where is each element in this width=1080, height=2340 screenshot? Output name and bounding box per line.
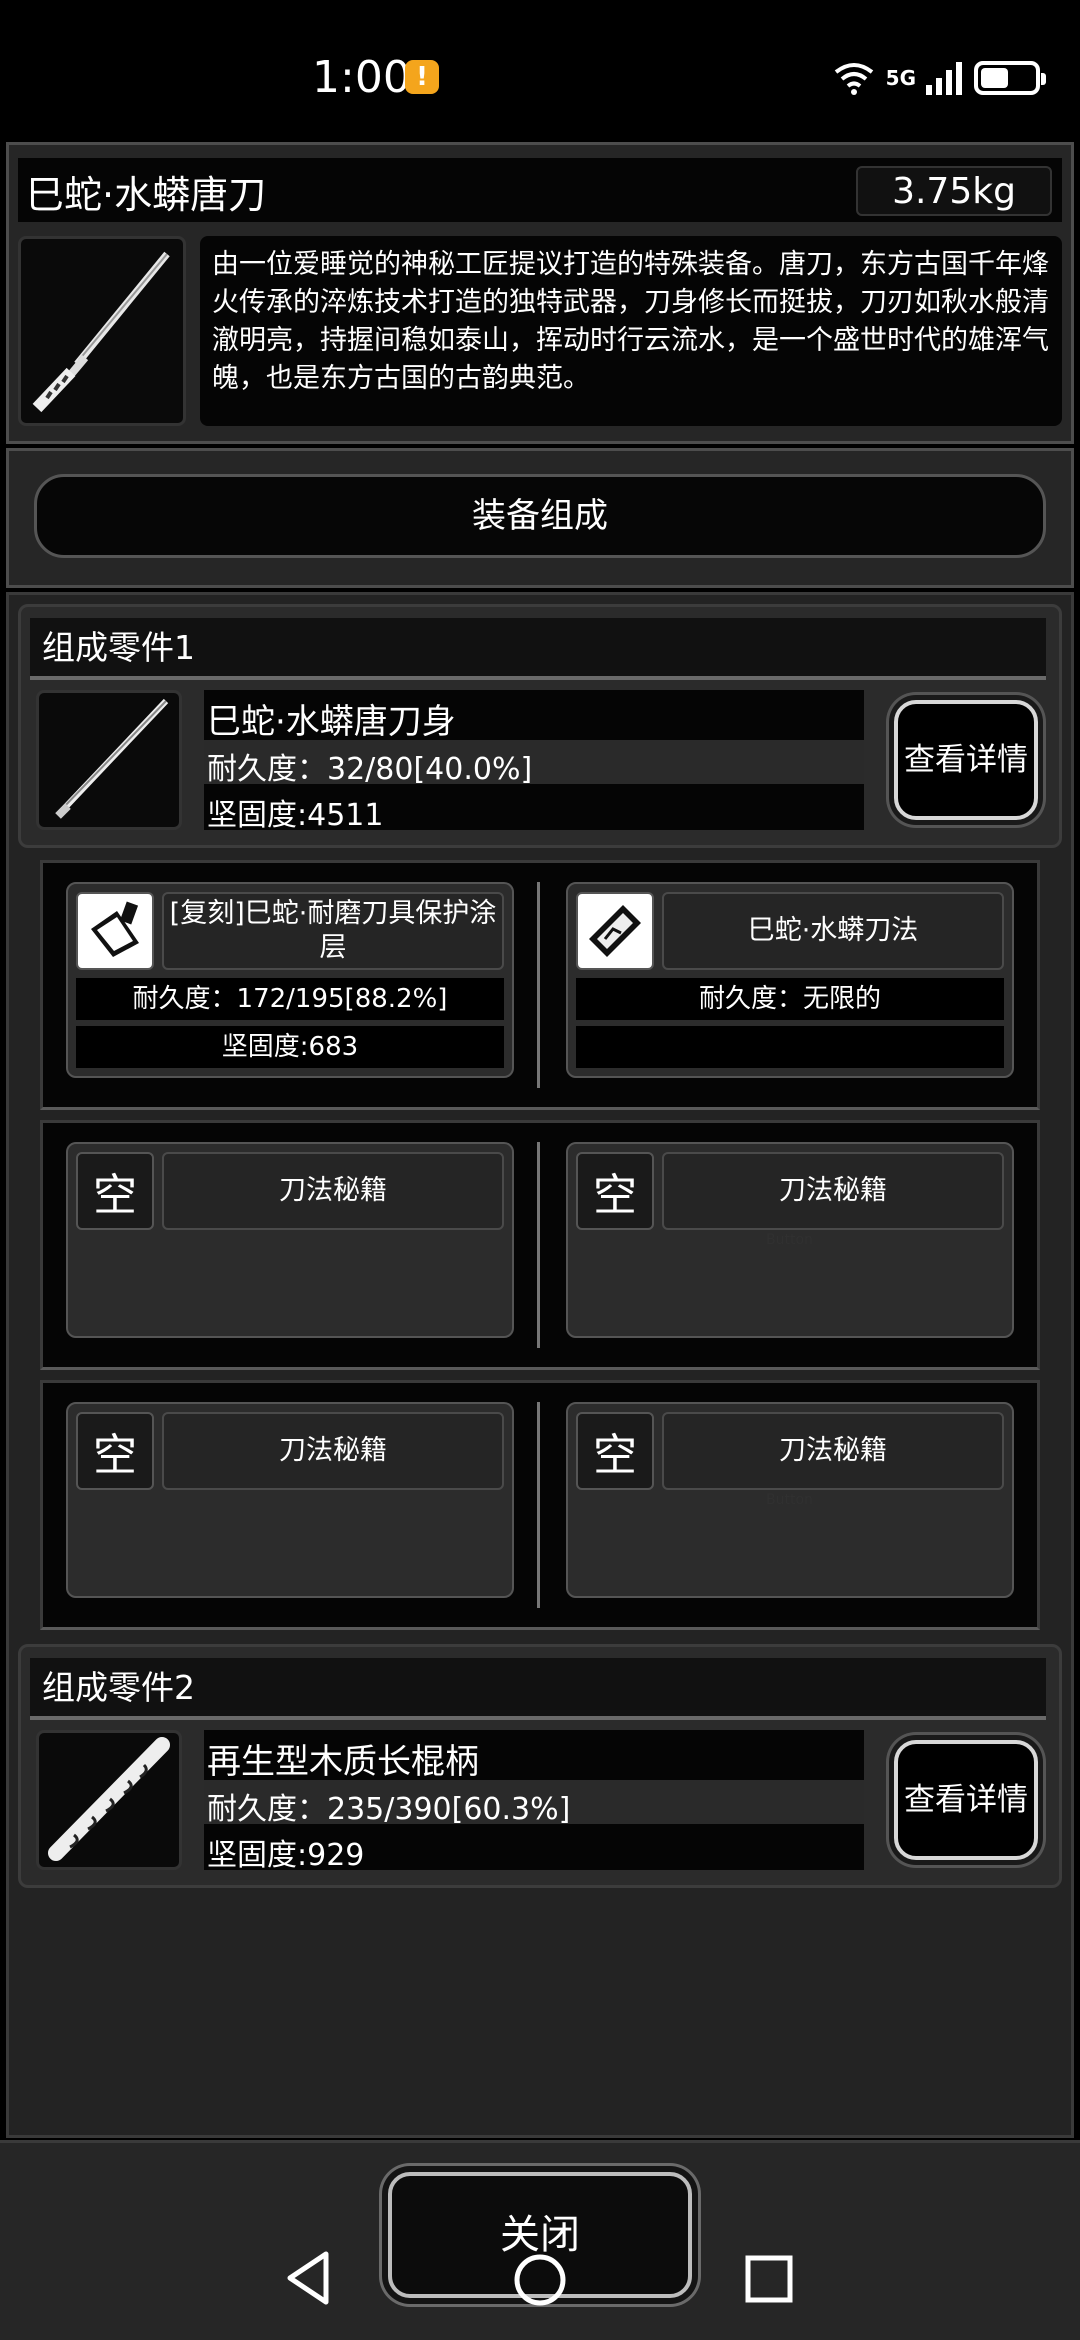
- battery-icon: [974, 61, 1046, 95]
- slot-2-hardness: [576, 1026, 1004, 1068]
- slot-divider: [537, 1142, 540, 1348]
- part-2-hardness: 坚固度:929: [207, 1838, 365, 1873]
- network-type-label: 5G: [885, 66, 916, 90]
- part-2-durability: 耐久度：235/390[60.3%]: [207, 1792, 571, 1827]
- item-image: [18, 236, 186, 426]
- slot-3-name: 刀法秘籍: [162, 1152, 504, 1230]
- slot-6-name: 刀法秘籍: [662, 1412, 1004, 1490]
- part-2-image: [36, 1730, 182, 1870]
- back-nav-icon[interactable]: [284, 2250, 334, 2306]
- scroll-icon: [589, 905, 641, 957]
- slot-1-hardness: 坚固度:683: [76, 1026, 504, 1068]
- part-1-detail-button[interactable]: 查看详情: [894, 700, 1038, 820]
- slot-divider: [537, 882, 540, 1088]
- item-name: 巳蛇·水蟒唐刀: [26, 173, 267, 217]
- item-weight: 3.75kg: [856, 166, 1052, 216]
- slot-1-image: [76, 892, 154, 970]
- slot-5-empty-label: 空: [76, 1412, 154, 1490]
- status-icons: 5G: [832, 56, 1046, 100]
- slot-divider: [537, 1402, 540, 1608]
- slot-4-ghost-label: Button: [766, 1232, 813, 1248]
- staff-handle-icon: [48, 1737, 170, 1861]
- recents-nav-icon[interactable]: [744, 2254, 794, 2304]
- katana-icon: [32, 251, 170, 413]
- slot-1-durability: 耐久度：172/195[88.2%]: [76, 978, 504, 1020]
- home-nav-icon[interactable]: [512, 2252, 568, 2308]
- slot-5-name: 刀法秘籍: [162, 1412, 504, 1490]
- part-2-header: 组成零件2: [30, 1658, 1046, 1720]
- blade-icon: [55, 698, 169, 819]
- wifi-icon: [834, 63, 873, 95]
- slot-3-empty-label: 空: [76, 1152, 154, 1230]
- part-1-hardness: 坚固度:4511: [207, 798, 384, 833]
- part-1-durability: 耐久度：32/80[40.0%]: [207, 752, 533, 787]
- slot-2-name: 巳蛇·水蟒刀法: [662, 892, 1004, 970]
- whetstone-icon: [91, 901, 139, 957]
- notification-alert-icon: !: [405, 60, 439, 94]
- slot-2-durability: 耐久度：无限的: [576, 978, 1004, 1020]
- part-2-name: 再生型木质长棍柄: [207, 1742, 479, 1782]
- part-1-name: 巳蛇·水蟒唐刀身: [207, 702, 456, 742]
- status-time: 1:00: [312, 52, 411, 103]
- slot-4-name: 刀法秘籍: [662, 1152, 1004, 1230]
- part-2-detail-button[interactable]: 查看详情: [894, 1740, 1038, 1860]
- composition-button[interactable]: 装备组成: [34, 474, 1046, 558]
- part-1-header: 组成零件1: [30, 618, 1046, 680]
- signal-icon: [926, 62, 962, 95]
- slot-6-empty-label: 空: [576, 1412, 654, 1490]
- slot-6-ghost-label: Button: [766, 1492, 813, 1508]
- slot-2-image: [576, 892, 654, 970]
- slot-1-name: [复刻]巳蛇·耐磨刀具保护涂层: [162, 892, 504, 970]
- item-description: 由一位爱睡觉的神秘工匠提议打造的特殊装备。唐刀，东方古国千年烽火传承的淬炼技术打…: [200, 236, 1062, 426]
- part-1-image: [36, 690, 182, 830]
- slot-4-empty-label: 空: [576, 1152, 654, 1230]
